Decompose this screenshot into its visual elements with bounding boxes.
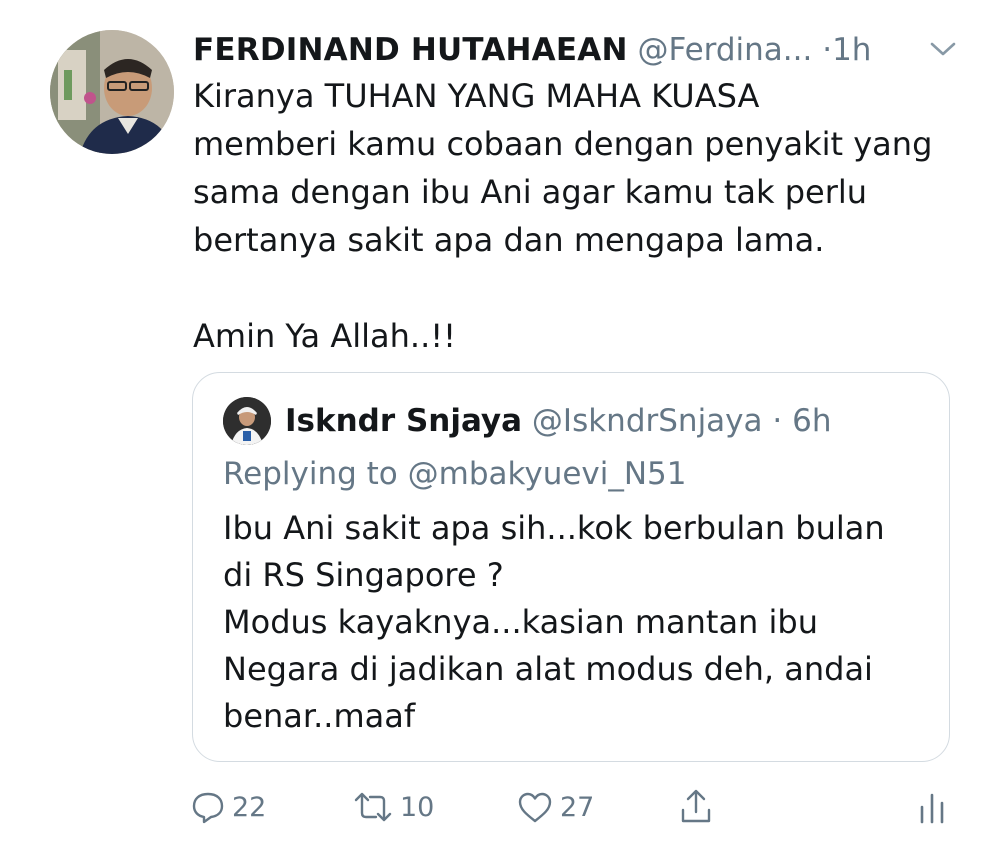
quoted-tweet-text: Ibu Ani sakit apa sih...kok berbulan bul… bbox=[223, 505, 923, 740]
quoted-author-avatar bbox=[223, 397, 271, 445]
analytics-bars-icon bbox=[916, 789, 948, 825]
heart-icon bbox=[516, 789, 554, 825]
chevron-down-icon[interactable] bbox=[928, 38, 958, 60]
like-count: 27 bbox=[560, 791, 595, 823]
tweet-line: sama dengan ibu Ani agar kamu tak perlu bbox=[193, 173, 868, 211]
replying-to: Replying to @mbakyuevi_N51 bbox=[223, 456, 687, 492]
author-avatar[interactable] bbox=[50, 30, 174, 154]
author-name[interactable]: FERDINAND HUTAHAEAN bbox=[193, 32, 628, 68]
quoted-author-handle: @IskndrSnjaya bbox=[531, 403, 763, 439]
author-handle[interactable]: @Ferdina... bbox=[637, 32, 812, 68]
like-button[interactable]: 27 bbox=[516, 782, 594, 832]
header-separator: · bbox=[822, 32, 833, 68]
tweet-header: FERDINAND HUTAHAEAN @Ferdina... ·1h bbox=[193, 28, 963, 72]
quoted-line: Modus kayaknya...kasian mantan ibu bbox=[223, 603, 818, 641]
tweet-time[interactable]: 1h bbox=[832, 32, 871, 68]
tweet-line: Kiranya TUHAN YANG MAHA KUASA bbox=[193, 77, 760, 115]
quoted-tweet-card[interactable]: Iskndr Snjaya @IskndrSnjaya · 6h Replyin… bbox=[192, 372, 950, 762]
quoted-author-name: Iskndr Snjaya bbox=[285, 403, 523, 439]
reply-count: 22 bbox=[232, 791, 267, 823]
quoted-tweet-header: Iskndr Snjaya @IskndrSnjaya · 6h bbox=[285, 397, 831, 445]
quoted-line: Ibu Ani sakit apa sih...kok berbulan bul… bbox=[223, 509, 885, 547]
quoted-line: benar..maaf bbox=[223, 697, 416, 735]
tweet-text: Kiranya TUHAN YANG MAHA KUASA memberi ka… bbox=[193, 72, 953, 360]
quoted-line: di RS Singapore ? bbox=[223, 556, 504, 594]
retweet-button[interactable]: 10 bbox=[352, 782, 434, 832]
quoted-tweet-time: 6h bbox=[792, 403, 832, 439]
tweet-closing: Amin Ya Allah..!! bbox=[193, 317, 456, 355]
retweet-count: 10 bbox=[400, 791, 435, 823]
quoted-line: Negara di jadikan alat modus deh, andai bbox=[223, 650, 873, 688]
retweet-arrows-icon bbox=[352, 789, 394, 825]
tweet-line: bertanya sakit apa dan mengapa lama. bbox=[193, 221, 825, 259]
share-button[interactable] bbox=[678, 782, 714, 832]
speech-bubble-icon bbox=[190, 789, 226, 825]
tweet-line: memberi kamu cobaan dengan penyakit yang bbox=[193, 125, 933, 163]
analytics-button[interactable] bbox=[916, 782, 948, 832]
quoted-header-separator: · bbox=[772, 403, 783, 439]
reply-button[interactable]: 22 bbox=[190, 782, 266, 832]
tweet-action-bar: 22 10 27 bbox=[190, 782, 960, 832]
share-upload-icon bbox=[678, 788, 714, 826]
